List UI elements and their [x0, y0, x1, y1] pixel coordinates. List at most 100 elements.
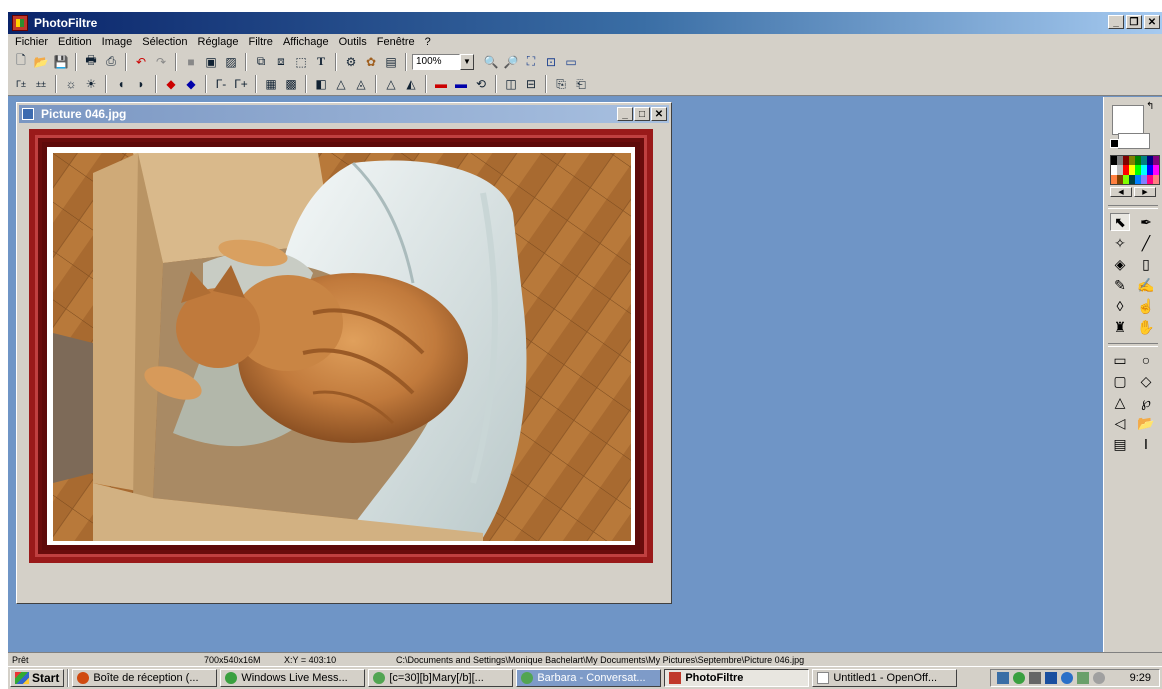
clone-stamp-icon[interactable]: ♜ — [1110, 318, 1130, 336]
menu-fichier[interactable]: Fichier — [10, 36, 53, 48]
save-icon[interactable]: 💾 — [52, 53, 70, 71]
cat-photo[interactable] — [53, 153, 631, 541]
default-colors-icon[interactable] — [1110, 139, 1119, 148]
open-folder-icon[interactable]: 📂 — [32, 53, 50, 71]
canvas-size-icon[interactable]: ⊟ — [522, 75, 540, 93]
doc-maximize-button[interactable]: □ — [634, 107, 650, 121]
contrast-up-icon[interactable]: ◗ — [132, 75, 150, 93]
auto-levels-icon[interactable]: Γ± — [12, 75, 30, 93]
grayscale-icon[interactable]: ■ — [182, 53, 200, 71]
network-icon[interactable] — [997, 672, 1009, 684]
contrast-down-icon[interactable]: ◖ — [112, 75, 130, 93]
magic-wand-icon[interactable]: ✧ — [1110, 234, 1130, 252]
task-chat-mary[interactable]: [c=30][b]Mary[/b][... — [368, 669, 514, 687]
foreground-color-swatch[interactable] — [1112, 105, 1144, 135]
display-icon[interactable] — [1077, 672, 1089, 684]
saturation-down-icon[interactable]: ◆ — [162, 75, 180, 93]
filter-icon[interactable]: ▨ — [222, 53, 240, 71]
brush-icon[interactable]: ✎ — [1110, 276, 1130, 294]
emboss-icon[interactable]: △ — [382, 75, 400, 93]
rectangle-select-icon[interactable]: ▭ — [1110, 351, 1130, 369]
fit-window-icon[interactable]: ⛶ — [522, 53, 540, 71]
image-adjust-icon[interactable]: ▣ — [202, 53, 220, 71]
zoom-in-icon[interactable]: 🔍 — [482, 53, 500, 71]
close-button[interactable]: ✕ — [1144, 15, 1160, 29]
zoom-dropdown-icon[interactable]: ▼ — [460, 53, 474, 70]
blur-drop-icon[interactable]: ◊ — [1110, 297, 1130, 315]
emboss-more-icon[interactable]: ◭ — [402, 75, 420, 93]
plugin-icon[interactable]: ⚙ — [342, 53, 360, 71]
clock[interactable]: 9:29 — [1130, 672, 1151, 684]
background-color-swatch[interactable] — [1118, 133, 1150, 149]
select-all-icon[interactable]: ▤ — [1110, 435, 1130, 453]
image-size-icon[interactable]: ◫ — [502, 75, 520, 93]
minimize-button[interactable]: _ — [1108, 15, 1124, 29]
doc-minimize-button[interactable]: _ — [617, 107, 633, 121]
gamma-up-icon[interactable]: Γ+ — [232, 75, 250, 93]
paint-bucket-icon[interactable]: ◈ — [1110, 255, 1130, 273]
menu-outils[interactable]: Outils — [334, 36, 372, 48]
grid-filter2-icon[interactable]: ▩ — [282, 75, 300, 93]
new-file-icon[interactable]: 🗋 — [12, 53, 30, 71]
document-title-bar[interactable]: Picture 046.jpg _ □ ✕ — [19, 105, 669, 123]
saturation-up-icon[interactable]: ◆ — [182, 75, 200, 93]
zoom-select[interactable]: 100% — [412, 53, 460, 70]
task-openoffice[interactable]: Untitled1 - OpenOff... — [812, 669, 958, 687]
title-bar[interactable]: PhotoFiltre _ ❐ ✕ — [8, 12, 1162, 34]
fullscreen-icon[interactable]: ▭ — [562, 53, 580, 71]
palette-prev-icon[interactable]: ◀ — [1110, 187, 1132, 197]
menu-reglage[interactable]: Réglage — [193, 36, 244, 48]
gamma-down-icon[interactable]: Γ- — [212, 75, 230, 93]
color-palette[interactable] — [1110, 155, 1160, 185]
brightness-down-icon[interactable]: ☼ — [62, 75, 80, 93]
load-shape-icon[interactable]: 📂 — [1136, 414, 1156, 432]
doc-close-button[interactable]: ✕ — [651, 107, 667, 121]
palette-next-icon[interactable]: ▶ — [1134, 187, 1156, 197]
zoom-out-icon[interactable]: 🔎 — [502, 53, 520, 71]
restore-button[interactable]: ❐ — [1126, 15, 1142, 29]
actual-size-icon[interactable]: ⊡ — [542, 53, 560, 71]
triangle-select-icon[interactable]: △ — [1110, 393, 1130, 411]
advanced-brush-icon[interactable]: ✍ — [1136, 276, 1156, 294]
image-canvas[interactable] — [23, 127, 659, 593]
brightness-up-icon[interactable]: ☀ — [82, 75, 100, 93]
sharpen-icon[interactable]: △ — [332, 75, 350, 93]
search-tray-icon[interactable] — [1093, 672, 1105, 684]
mirror-icon[interactable]: ▬ — [432, 75, 450, 93]
undo-icon[interactable]: ↶ — [132, 53, 150, 71]
task-thunderbird[interactable]: Boîte de réception (... — [72, 669, 218, 687]
copy-layer-icon[interactable]: ⎘ — [552, 75, 570, 93]
grid-filter-icon[interactable]: ▦ — [262, 75, 280, 93]
line-tool-icon[interactable]: ╱ — [1136, 234, 1156, 252]
antivirus-icon[interactable] — [1045, 672, 1057, 684]
volume-icon[interactable] — [1029, 672, 1041, 684]
rounded-rect-select-icon[interactable]: ▢ — [1110, 372, 1130, 390]
explorer-icon[interactable]: ▤ — [382, 53, 400, 71]
selection-arrow-icon[interactable]: ⬉ — [1110, 213, 1130, 231]
update-icon[interactable] — [1061, 672, 1073, 684]
messenger-tray-icon[interactable] — [1013, 672, 1025, 684]
redo-icon[interactable]: ↷ — [152, 53, 170, 71]
swap-colors-icon[interactable]: ↰ — [1146, 101, 1154, 112]
sharpen-more-icon[interactable]: ◬ — [352, 75, 370, 93]
menu-image[interactable]: Image — [97, 36, 138, 48]
blur-icon[interactable]: ◧ — [312, 75, 330, 93]
text-select-icon[interactable]: Ⅰ — [1136, 435, 1156, 453]
menu-help[interactable]: ? — [420, 36, 436, 48]
polygon-select-icon[interactable]: ◁ — [1110, 414, 1130, 432]
task-photofiltre[interactable]: PhotoFiltre — [664, 669, 810, 687]
paste-layer-icon[interactable]: ⎗ — [572, 75, 590, 93]
rotate-icon[interactable]: ⟲ — [472, 75, 490, 93]
menu-edition[interactable]: Edition — [53, 36, 97, 48]
scanner-icon[interactable]: ⎙ — [102, 53, 120, 71]
photofiltre-icon[interactable] — [12, 15, 28, 31]
spray-icon[interactable]: ▯ — [1136, 255, 1156, 273]
text-tool-icon[interactable]: T — [312, 53, 330, 71]
task-chat-barbara[interactable]: Barbara - Conversat... — [516, 669, 662, 687]
menu-fenetre[interactable]: Fenêtre — [372, 36, 420, 48]
flip-icon[interactable]: ▬ — [452, 75, 470, 93]
menu-affichage[interactable]: Affichage — [278, 36, 334, 48]
lasso-icon[interactable]: ℘ — [1136, 393, 1156, 411]
effects-icon[interactable]: ✿ — [362, 53, 380, 71]
ellipse-select-icon[interactable]: ○ — [1136, 351, 1156, 369]
